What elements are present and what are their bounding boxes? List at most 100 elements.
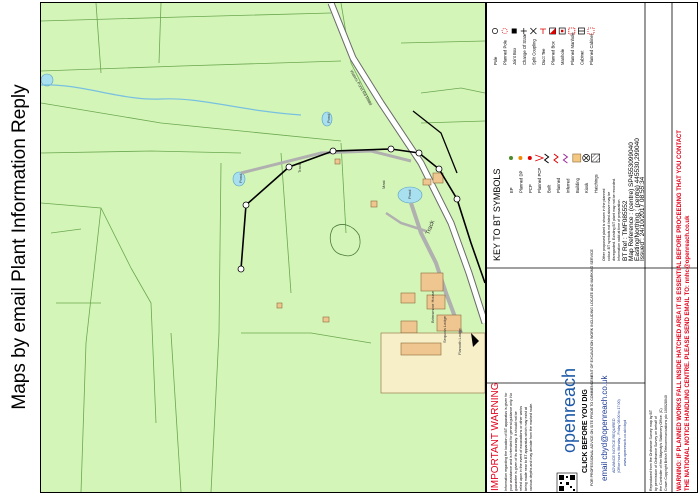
- copyright-text: Reproduced from the Ordnance Survey map …: [649, 395, 668, 491]
- warning-line-3: guarantee is given of its accuracy. It s…: [514, 411, 518, 491]
- joint-7: [435, 165, 443, 173]
- joint-1: [237, 265, 245, 273]
- key-item-label: Split Coupling: [531, 38, 536, 65]
- key-item: Planned: [553, 153, 561, 193]
- key-item: Planned DP: [518, 156, 523, 193]
- key-item-label: Cabinet: [579, 50, 584, 65]
- label-mast: Mast: [381, 179, 386, 189]
- page-title: Maps by email Plant Information Reply: [9, 84, 30, 410]
- joint-6: [415, 149, 423, 157]
- label-house-2: Sequoia Lodge: [442, 315, 447, 343]
- key-item: Building: [572, 153, 582, 193]
- footer-warning-2: THE NATIONAL NOTICE HANDLING CENTRE. PLE…: [685, 215, 691, 491]
- label-pond-2: Pond: [326, 114, 331, 123]
- pcp-icon: [527, 156, 532, 160]
- key-item: Built: [543, 153, 552, 193]
- key-item: Planned PCP: [535, 154, 545, 193]
- key-item: Change Of State: [520, 28, 527, 65]
- planned-pcp-icon: [535, 154, 545, 162]
- built-icon: [543, 153, 550, 164]
- key-item: Pole: [492, 28, 498, 65]
- key-item: PCP: [527, 156, 533, 193]
- issued-date: Issued : 24/10/2017 08:55:34: [639, 176, 646, 261]
- map-frame[interactable]: Track Track Pond Pond Pond Brimsmoor Hou…: [40, 2, 486, 493]
- key-item: Duct Tee: [540, 28, 546, 65]
- building-10: [322, 316, 330, 323]
- key-item: Joint Box: [511, 28, 517, 65]
- click-before-dig: CLICK BEFORE YOU DIG: [582, 389, 589, 473]
- ep-icon: [509, 156, 513, 160]
- openreach-website[interactable]: www.openreach.co.uk/cbyd: [623, 420, 627, 466]
- key-item: Kiosk: [582, 154, 591, 193]
- planned-dp-icon: [518, 156, 523, 160]
- key-item: Manhole: [558, 27, 566, 65]
- key-item-label: Planned PCP: [537, 168, 542, 193]
- advance-notice: ADVANCE NOTICE REQUIRED: [612, 418, 616, 473]
- building-flamoth: [400, 342, 442, 356]
- key-item: Split Coupling: [530, 27, 537, 65]
- key-note: Other proposed plant is shown in the pla…: [602, 177, 621, 261]
- key-note-line-2: colour. BT symbols not listed above may …: [607, 192, 611, 261]
- warning-line-1: Information regarding the location of BT…: [504, 392, 508, 491]
- joint-8: [453, 195, 461, 203]
- building-8: [370, 200, 378, 208]
- copyright-line-3: the Controller of Her Majesty's Statione…: [659, 408, 663, 491]
- footer-warning-1: WARNING: IF PLANNED WORKS FALL INSIDE HA…: [677, 130, 683, 491]
- openreach-logo: openreach: [559, 368, 579, 453]
- key-item-label: Duct Tee: [541, 48, 546, 65]
- pole-icon: [492, 28, 498, 34]
- planned-icon: [553, 153, 559, 164]
- inferred-icon: [562, 153, 569, 164]
- building-icon: [572, 153, 582, 163]
- key-item-label: Inferred: [565, 178, 570, 193]
- key-item-label: Pole: [493, 56, 498, 65]
- cbyd-email[interactable]: email cbyd@openreach.co.uk: [600, 374, 609, 481]
- building-9: [334, 158, 341, 165]
- copyright-line-4: Crown Copyright British Telecommunicatio…: [664, 395, 668, 491]
- key-item: EP: [509, 156, 514, 193]
- reference-block: BT Ref : TMF085552 Map Reference : (cent…: [622, 138, 646, 261]
- key-item: Planned Pole: [501, 28, 508, 65]
- key-item-label: EP: [509, 187, 514, 193]
- hatchings-icon: [591, 153, 600, 163]
- label-house-1: Brimsmoor House: [430, 290, 435, 323]
- pond-west: [41, 73, 54, 87]
- joint-3: [285, 163, 293, 171]
- key-item-label: Manhole: [560, 48, 565, 65]
- office-hours: (Office hours: Monday - Friday 08:00 to …: [617, 399, 621, 473]
- key-item: Inferred: [562, 153, 570, 193]
- key-item-label: Planned Manhole: [570, 32, 575, 65]
- key-item: Planned Manhole: [568, 27, 576, 65]
- key-item: Planned Box: [549, 27, 556, 65]
- planned-cabinet-icon: [587, 27, 595, 35]
- info-panel: KEY TO BT SYMBOLS Pole Planned Pole Joint …: [486, 2, 698, 493]
- key-item-label: Planned DP: [518, 170, 523, 193]
- manhole-icon: [558, 27, 566, 35]
- joint-4: [329, 147, 337, 155]
- key-item-label: Hatchings: [594, 174, 599, 193]
- key-item-label: Built: [547, 184, 552, 193]
- key-right-column: EP Planned DP PCP Planned PCP Built Planned In…: [509, 153, 600, 193]
- warning-text: Information regarding the location of BT…: [504, 392, 533, 491]
- label-pond-1: Pond: [238, 174, 243, 183]
- key-item-label: PCP: [528, 184, 533, 193]
- warning-line-4: relied upon in the event of excavations …: [519, 406, 523, 491]
- cbyd-notice: FOR PROFESSIONAL ADVICE ON SITE PRIOR TO…: [590, 248, 594, 486]
- split-coupling-icon: [530, 27, 537, 35]
- cabinet-icon: [578, 27, 585, 35]
- key-item-label: Change Of State: [522, 33, 527, 65]
- key-title: KEY TO BT SYMBOLS: [492, 169, 502, 261]
- planned-pole-icon: [501, 28, 508, 34]
- duct-tee-icon: [540, 28, 546, 34]
- planned-box-icon: [549, 27, 556, 35]
- key-item: Hatchings: [591, 153, 600, 193]
- key-item-label: Kiosk: [584, 182, 589, 193]
- key-item-label: Planned: [556, 177, 561, 193]
- copyright-line-1: Reproduced from the Ordnance Survey map …: [649, 409, 653, 491]
- qr-code: [556, 472, 578, 492]
- map-canvas[interactable]: Track Track Pond Pond Pond Brimsmoor Hou…: [41, 3, 485, 492]
- key-item-label: Planned Cabinet: [589, 33, 594, 65]
- joint-box-icon: [511, 28, 517, 34]
- key-left-column: Pole Planned Pole Joint Box Change Of State…: [492, 27, 595, 65]
- kiosk-icon: [582, 154, 591, 162]
